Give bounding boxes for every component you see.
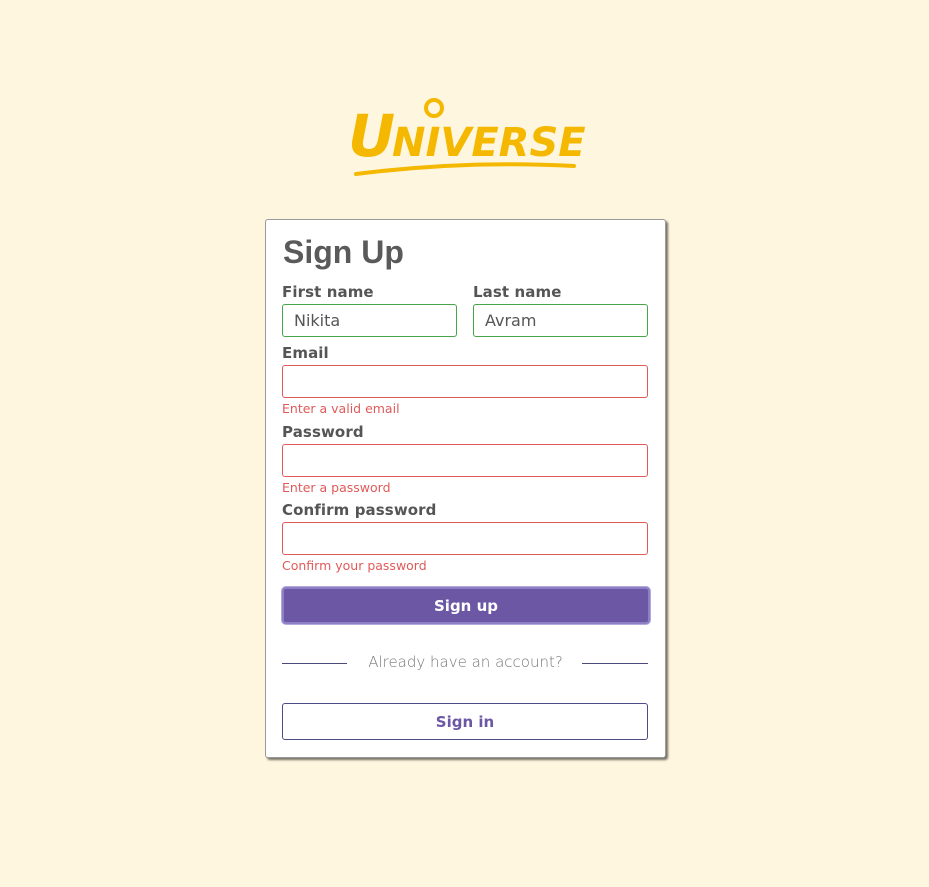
password-error: Enter a password xyxy=(282,480,391,495)
universe-logo: U NIVERSE xyxy=(346,94,586,184)
first-name-field[interactable]: Nikita xyxy=(282,304,457,337)
confirm-password-field[interactable] xyxy=(282,522,648,555)
email-field[interactable] xyxy=(282,365,648,398)
page-title: Sign Up xyxy=(283,234,404,270)
confirm-password-label: Confirm password xyxy=(282,501,437,519)
sign-up-button[interactable]: Sign up xyxy=(282,587,650,624)
email-error: Enter a valid email xyxy=(282,401,400,416)
password-field[interactable] xyxy=(282,444,648,477)
password-label: Password xyxy=(282,423,364,441)
email-label: Email xyxy=(282,344,329,362)
logo-letter-u: U xyxy=(348,102,395,170)
confirm-password-error: Confirm your password xyxy=(282,558,427,573)
last-name-label: Last name xyxy=(473,283,562,301)
last-name-field[interactable]: Avram xyxy=(473,304,648,337)
sign-in-button[interactable]: Sign in xyxy=(282,703,648,740)
already-have-account-text: Already have an account? xyxy=(368,653,563,671)
signup-card: Sign Up First name Nikita Last name Avra… xyxy=(265,219,666,758)
logo-letters-rest: NIVERSE xyxy=(392,120,586,166)
divider-line-right xyxy=(582,663,648,664)
first-name-label: First name xyxy=(282,283,374,301)
